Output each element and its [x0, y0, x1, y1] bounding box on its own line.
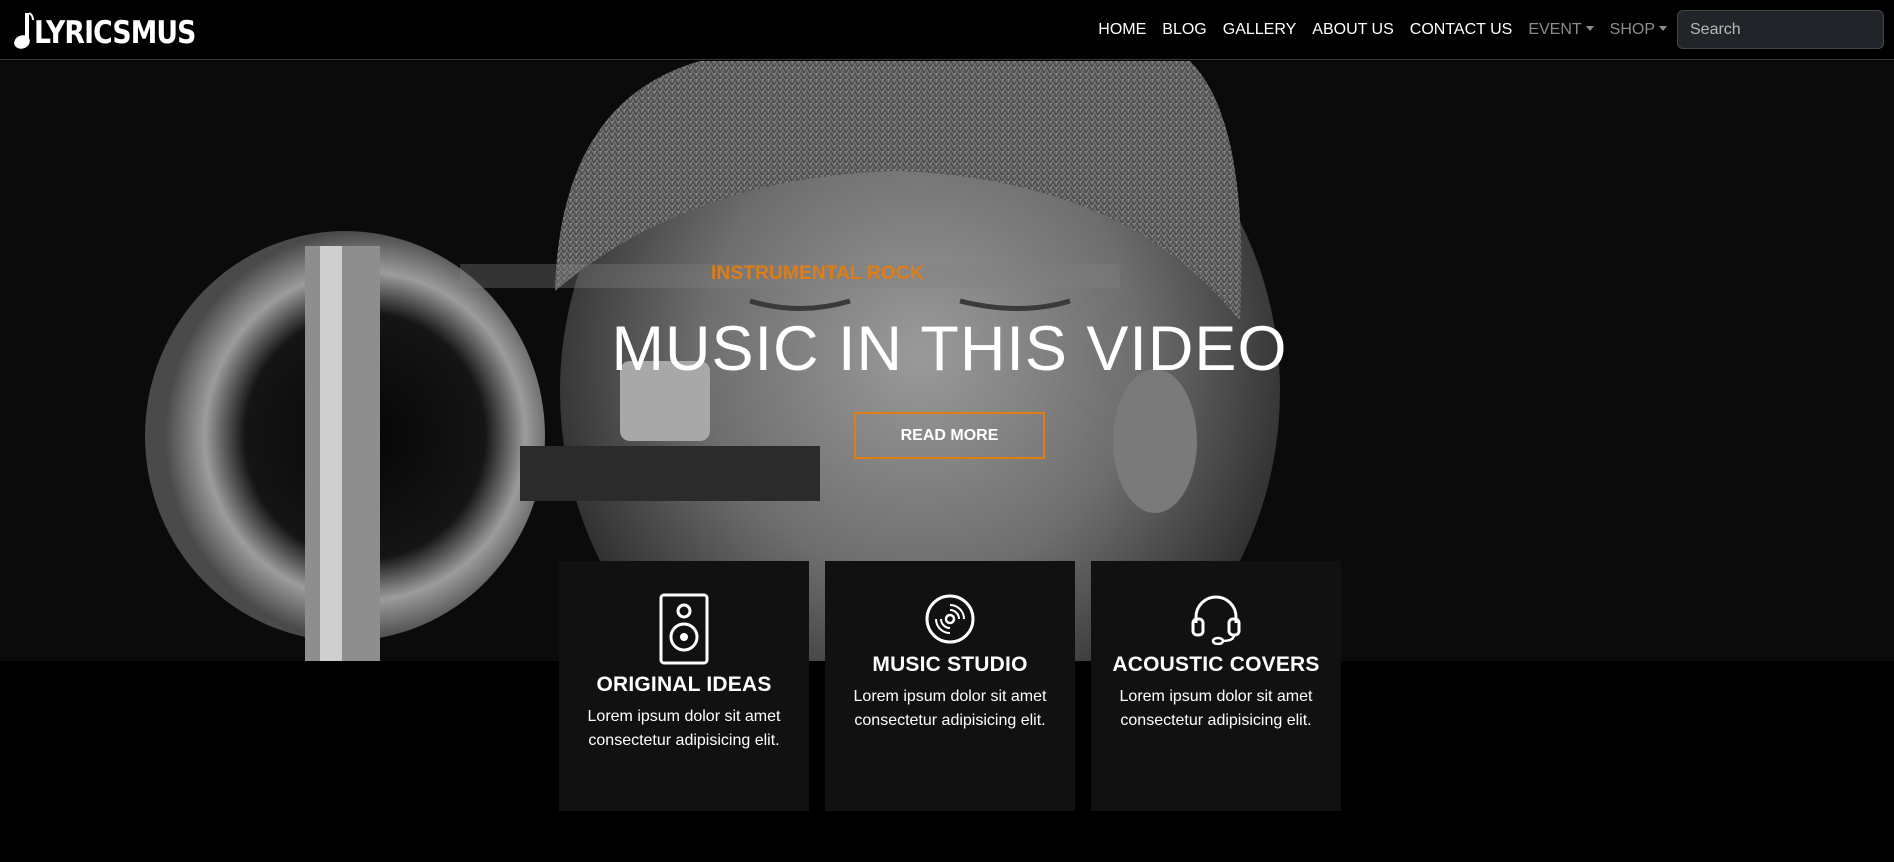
hero-title: MUSIC IN THIS VIDEO: [611, 314, 1288, 384]
vinyl-disc-icon: [925, 594, 975, 644]
feature-title: MUSIC STUDIO: [872, 653, 1028, 676]
nav-link-blog[interactable]: BLOG: [1154, 21, 1214, 39]
nav-dropdown-shop[interactable]: SHOP: [1602, 21, 1675, 39]
feature-title: ACOUSTIC COVERS: [1112, 653, 1320, 676]
nav-dropdown-event[interactable]: EVENT: [1520, 21, 1601, 39]
headset-icon: [1191, 595, 1241, 645]
brand-logo[interactable]: LYRICSMUS: [12, 10, 222, 50]
brand-name: LYRICSMUS: [34, 14, 196, 51]
feature-title: ORIGINAL IDEAS: [596, 673, 772, 696]
feature-card-music-studio: MUSIC STUDIO Lorem ipsum dolor sit amet …: [825, 561, 1075, 811]
feature-text: Lorem ipsum dolor sit amet consectetur a…: [853, 688, 1047, 729]
search-input[interactable]: [1677, 10, 1884, 49]
feature-card-acoustic-covers: ACOUSTIC COVERS Lorem ipsum dolor sit am…: [1091, 561, 1341, 811]
nav-link-contact-us[interactable]: CONTACT US: [1402, 21, 1521, 39]
nav-link-about-us[interactable]: ABOUT US: [1304, 21, 1402, 39]
nav-dropdown-shop-label: SHOP: [1609, 20, 1655, 38]
nav-link-gallery[interactable]: GALLERY: [1215, 21, 1305, 39]
nav-link-home[interactable]: HOME: [1090, 21, 1154, 39]
nav-links: HOME BLOG GALLERY ABOUT US CONTACT US EV…: [1090, 0, 1884, 59]
feature-card-original-ideas: ORIGINAL IDEAS Lorem ipsum dolor sit ame…: [559, 561, 809, 811]
caret-down-icon: [1585, 26, 1594, 31]
nav-dropdown-event-label: EVENT: [1528, 20, 1582, 38]
music-note-icon: [14, 11, 34, 49]
navbar: LYRICSMUS HOME BLOG GALLERY ABOUT US CON…: [0, 0, 1894, 60]
feature-text: Lorem ipsum dolor sit amet consectetur a…: [587, 708, 781, 749]
read-more-button[interactable]: READ MORE: [854, 412, 1045, 459]
hero-eyebrow: INSTRUMENTAL ROCK: [711, 263, 924, 284]
speaker-icon: [659, 593, 709, 665]
feature-text: Lorem ipsum dolor sit amet consectetur a…: [1119, 688, 1313, 729]
caret-down-icon: [1659, 26, 1667, 31]
